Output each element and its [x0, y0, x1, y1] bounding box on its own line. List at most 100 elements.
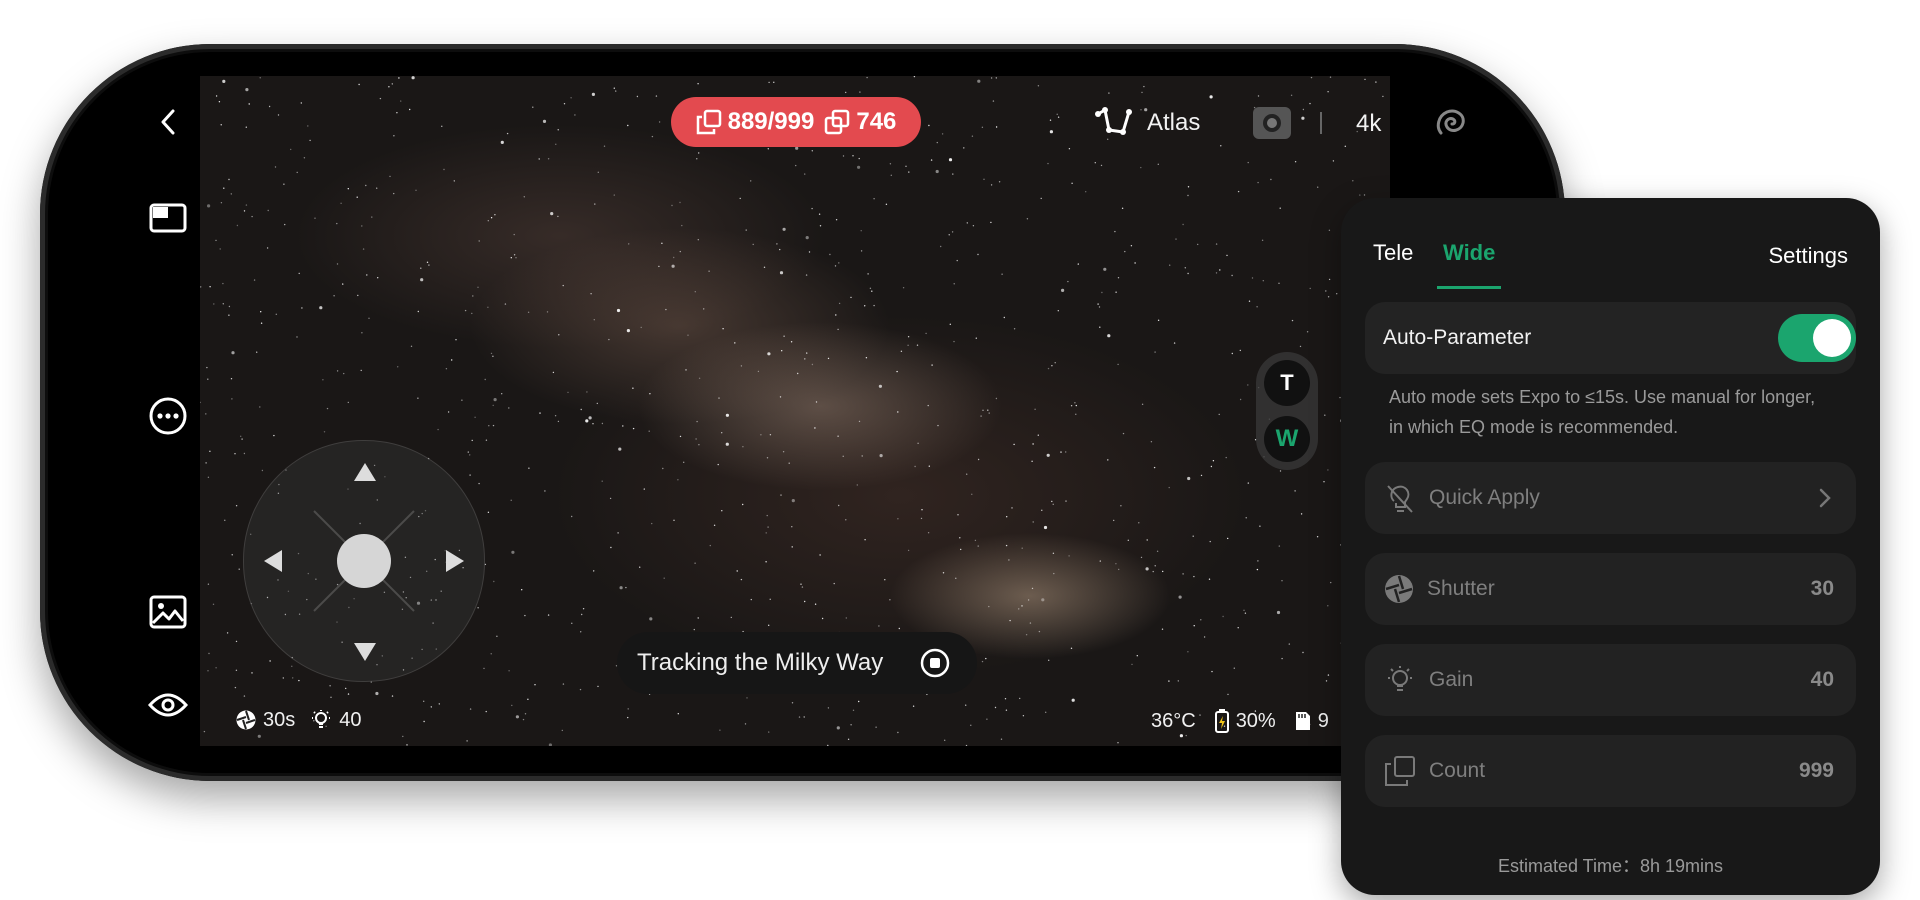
star: [397, 366, 399, 368]
star: [1359, 194, 1361, 196]
star: [494, 214, 496, 216]
star: [236, 224, 239, 227]
tab-settings[interactable]: Settings: [1769, 243, 1849, 269]
wide-lens-button[interactable]: W: [1264, 416, 1310, 462]
star: [907, 336, 910, 338]
star: [776, 243, 778, 245]
tab-tele[interactable]: Tele: [1373, 240, 1413, 266]
star: [1077, 263, 1079, 265]
star: [1227, 537, 1229, 540]
joystick-right-arrow[interactable]: [444, 548, 466, 579]
star: [487, 220, 489, 222]
star: [805, 236, 809, 240]
star: [835, 219, 838, 221]
joystick-left-arrow[interactable]: [262, 548, 284, 579]
star: [1247, 482, 1250, 484]
layout-icon: [149, 203, 187, 233]
star: [985, 657, 987, 660]
pan-tilt-joystick[interactable]: [243, 440, 485, 682]
star: [662, 467, 664, 470]
star: [1051, 500, 1053, 503]
star: [597, 171, 599, 173]
star: [375, 691, 379, 696]
stop-tracking-button[interactable]: [919, 647, 951, 679]
star: [1162, 570, 1164, 573]
auto-parameter-toggle[interactable]: [1778, 314, 1856, 362]
star: [1008, 559, 1010, 561]
star: [671, 264, 675, 268]
aperture-icon: [236, 710, 256, 730]
star: [371, 216, 373, 218]
star: [1327, 296, 1330, 298]
deep-sky-button[interactable]: [1432, 104, 1472, 144]
star: [864, 305, 866, 307]
more-button[interactable]: [146, 394, 190, 438]
star: [649, 617, 653, 621]
joystick-knob[interactable]: [337, 534, 391, 588]
star: [811, 150, 813, 152]
mode-selector[interactable]: Atlas: [1093, 106, 1200, 140]
star: [730, 616, 732, 619]
star: [1316, 536, 1319, 538]
visibility-button[interactable]: [146, 688, 190, 722]
joystick-up-arrow[interactable]: [352, 461, 378, 488]
star: [860, 230, 862, 232]
star: [228, 178, 230, 181]
star: [1309, 287, 1311, 290]
star: [1049, 119, 1052, 121]
star: [1278, 545, 1281, 547]
star: [259, 77, 261, 79]
star: [290, 148, 292, 151]
star: [632, 427, 635, 430]
divider: [1320, 112, 1322, 134]
star: [1317, 186, 1319, 188]
battery-icon: [1214, 709, 1229, 733]
star: [769, 598, 771, 600]
quick-apply-label: Quick Apply: [1429, 486, 1540, 509]
star: [207, 204, 211, 208]
joystick-down-arrow[interactable]: [352, 641, 378, 668]
star: [222, 79, 226, 83]
star: [215, 667, 217, 669]
star: [814, 427, 816, 429]
star: [782, 451, 785, 453]
star: [366, 274, 368, 276]
star: [1281, 657, 1283, 660]
star: [941, 133, 944, 135]
star: [358, 83, 360, 86]
capture-button[interactable]: [1253, 107, 1291, 139]
star: [1227, 693, 1229, 696]
gain-row[interactable]: Gain 40: [1365, 644, 1856, 716]
star: [511, 704, 513, 707]
quick-apply-row[interactable]: Quick Apply: [1365, 462, 1856, 534]
star: [842, 455, 844, 457]
star: [1099, 560, 1101, 562]
star: [1259, 525, 1261, 527]
back-button[interactable]: [150, 104, 186, 140]
tab-wide[interactable]: Wide: [1443, 240, 1495, 266]
star: [1094, 162, 1096, 164]
star: [393, 135, 395, 137]
star: [300, 102, 302, 104]
star: [632, 387, 634, 389]
star: [1054, 362, 1056, 364]
tele-lens-button[interactable]: T: [1264, 360, 1310, 406]
star: [795, 146, 799, 150]
star: [580, 631, 582, 633]
star: [1031, 587, 1034, 590]
star: [207, 476, 210, 478]
star: [648, 430, 650, 432]
star: [1237, 627, 1239, 629]
star: [897, 411, 899, 413]
shutter-row[interactable]: Shutter 30: [1365, 553, 1856, 625]
eye-icon: [148, 693, 188, 717]
star: [622, 425, 624, 427]
gallery-button[interactable]: [146, 592, 190, 632]
star: [838, 262, 840, 264]
layout-button[interactable]: [146, 200, 190, 236]
star: [455, 339, 457, 341]
count-row[interactable]: Count 999: [1365, 735, 1856, 807]
resolution-toggle[interactable]: 4k: [1356, 110, 1381, 138]
star: [936, 141, 938, 144]
star: [1364, 78, 1366, 81]
